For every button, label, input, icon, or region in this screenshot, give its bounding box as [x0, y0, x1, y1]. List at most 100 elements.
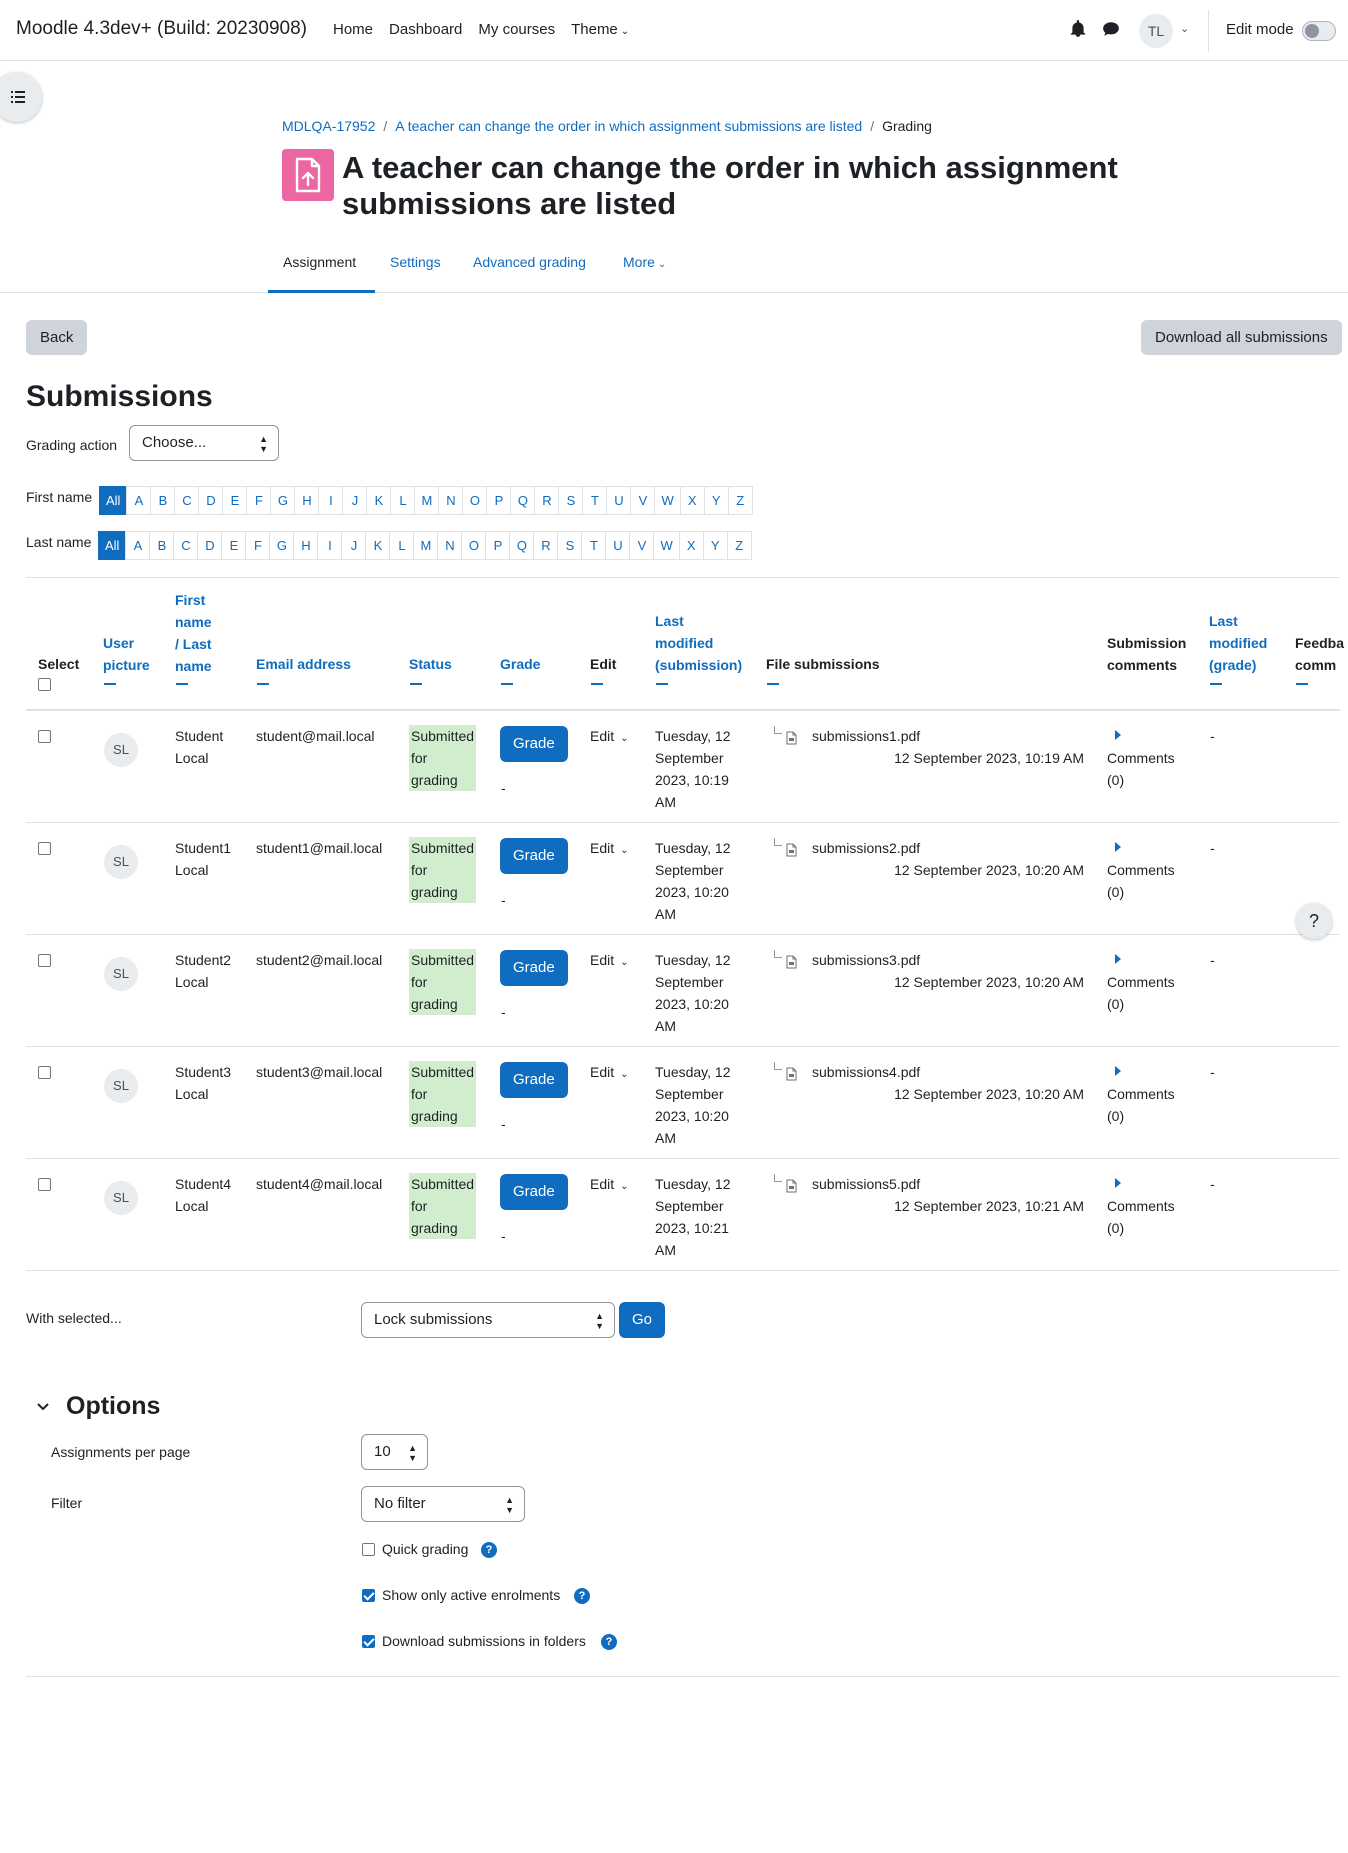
grade-button[interactable]: Grade — [500, 1174, 568, 1210]
initial-letter[interactable]: G — [269, 531, 295, 560]
initial-letter[interactable]: I — [317, 531, 343, 560]
options-heading[interactable]: Options — [66, 1392, 160, 1421]
comments-link[interactable]: Comments (0) — [1107, 971, 1175, 1015]
active-enrolments-label[interactable]: Show only active enrolments — [382, 1587, 560, 1603]
filter-select[interactable]: No filter ▲ ▼ — [361, 1486, 525, 1522]
initial-letter[interactable]: E — [222, 486, 248, 515]
grade-button[interactable]: Grade — [500, 950, 568, 986]
bulk-action-select[interactable]: Lock submissions ▲ ▼ — [361, 1302, 615, 1338]
initial-letter[interactable]: V — [630, 486, 656, 515]
edit-menu[interactable]: Edit ⌄ — [590, 837, 629, 862]
initial-letter[interactable]: H — [293, 531, 319, 560]
row-select-checkbox[interactable] — [38, 1178, 51, 1191]
bell-icon[interactable] — [1069, 20, 1087, 38]
nav-my-courses[interactable]: My courses — [478, 21, 555, 38]
download-folders-help-icon[interactable]: ? — [601, 1634, 617, 1650]
initial-letter[interactable]: U — [605, 531, 631, 560]
initial-letter[interactable]: O — [461, 531, 487, 560]
file-link[interactable]: submissions1.pdf — [812, 725, 920, 747]
initial-letter[interactable]: H — [294, 486, 320, 515]
initial-letter[interactable]: P — [486, 486, 512, 515]
file-link[interactable]: submissions3.pdf — [812, 949, 920, 971]
tab-settings[interactable]: Settings — [390, 254, 441, 270]
grading-action-select[interactable]: Choose... ▲ ▼ — [129, 425, 279, 461]
tab-assignment[interactable]: Assignment — [283, 254, 356, 270]
quick-grading-help-icon[interactable]: ? — [481, 1542, 497, 1558]
site-brand[interactable]: Moodle 4.3dev+ (Build: 20230908) — [16, 18, 307, 40]
initial-letter[interactable]: X — [678, 531, 704, 560]
initial-letter[interactable]: E — [221, 531, 247, 560]
initial-letter[interactable]: Q — [509, 531, 535, 560]
initial-letter[interactable]: A — [125, 531, 151, 560]
initial-letter[interactable]: V — [629, 531, 655, 560]
select-all-checkbox[interactable] — [38, 678, 51, 691]
download-folders-label[interactable]: Download submissions in folders — [382, 1633, 586, 1649]
edit-menu[interactable]: Edit ⌄ — [590, 1173, 629, 1198]
caret-right-icon[interactable] — [1115, 1178, 1121, 1188]
comments-link[interactable]: Comments (0) — [1107, 1195, 1175, 1239]
initial-letter[interactable]: T — [581, 531, 607, 560]
header-last-modified-submission[interactable]: Last modified (submission) — [655, 610, 742, 676]
student-name-link[interactable]: Student4 Local — [175, 1173, 231, 1217]
comments-link[interactable]: Comments (0) — [1107, 747, 1175, 791]
per-page-select[interactable]: 10 ▲ ▼ — [361, 1434, 428, 1470]
initial-letter[interactable]: R — [533, 531, 559, 560]
quick-grading-checkbox[interactable] — [362, 1543, 375, 1556]
header-last-modified-grade[interactable]: Last modified (grade) — [1209, 610, 1267, 676]
initial-letter[interactable]: U — [606, 486, 632, 515]
initial-letter[interactable]: N — [438, 486, 464, 515]
download-folders-checkbox[interactable] — [362, 1635, 375, 1648]
initial-letter[interactable]: C — [173, 531, 199, 560]
collapse-chevron-icon[interactable] — [35, 1399, 51, 1415]
grade-button[interactable]: Grade — [500, 1062, 568, 1098]
back-button[interactable]: Back — [26, 320, 88, 355]
initial-letter[interactable]: X — [679, 486, 705, 515]
initial-letter[interactable]: S — [557, 531, 583, 560]
row-select-checkbox[interactable] — [38, 1066, 51, 1079]
initial-letter[interactable]: F — [246, 486, 272, 515]
nav-home[interactable]: Home — [333, 21, 373, 38]
header-email[interactable]: Email address — [256, 653, 351, 675]
edit-menu[interactable]: Edit ⌄ — [590, 949, 629, 974]
grade-button[interactable]: Grade — [500, 838, 568, 874]
initial-letter[interactable]: C — [174, 486, 200, 515]
initial-letter[interactable]: G — [270, 486, 296, 515]
file-link[interactable]: submissions5.pdf — [812, 1173, 920, 1195]
caret-right-icon[interactable] — [1115, 842, 1121, 852]
header-grade[interactable]: Grade — [500, 653, 540, 675]
initial-letter[interactable]: F — [245, 531, 271, 560]
avatar[interactable]: SL — [104, 733, 138, 767]
initial-letter[interactable]: K — [365, 531, 391, 560]
initial-letter[interactable]: L — [390, 486, 416, 515]
initial-letter[interactable]: B — [150, 486, 176, 515]
user-menu-chevron-icon[interactable]: ⌄ — [1180, 22, 1189, 35]
go-button[interactable]: Go — [619, 1302, 666, 1338]
student-name-link[interactable]: Student2 Local — [175, 949, 231, 993]
student-name-link[interactable]: Student Local — [175, 725, 223, 769]
breadcrumb-course[interactable]: MDLQA-17952 — [282, 118, 375, 134]
header-status[interactable]: Status — [409, 653, 452, 675]
initial-letter[interactable]: Y — [703, 486, 729, 515]
initial-letter[interactable]: K — [366, 486, 392, 515]
initial-letter[interactable]: J — [342, 486, 368, 515]
header-first-last-name[interactable]: First name / Last name — [175, 589, 212, 677]
initial-letter[interactable]: W — [653, 531, 680, 560]
initial-letter[interactable]: T — [582, 486, 608, 515]
initial-letter[interactable]: D — [198, 486, 224, 515]
user-avatar[interactable]: TL — [1139, 14, 1173, 48]
grade-button[interactable]: Grade — [500, 726, 568, 762]
comments-link[interactable]: Comments (0) — [1107, 859, 1175, 903]
download-all-submissions-button[interactable]: Download all submissions — [1141, 320, 1342, 355]
nav-dashboard[interactable]: Dashboard — [389, 21, 462, 38]
header-user-picture[interactable]: User picture — [103, 632, 150, 676]
initial-letter[interactable]: L — [389, 531, 415, 560]
tab-advanced-grading[interactable]: Advanced grading — [473, 254, 586, 270]
caret-right-icon[interactable] — [1115, 954, 1121, 964]
row-select-checkbox[interactable] — [38, 730, 51, 743]
comments-link[interactable]: Comments (0) — [1107, 1083, 1175, 1127]
avatar[interactable]: SL — [104, 845, 138, 879]
course-index-button[interactable] — [0, 72, 42, 122]
nav-theme[interactable]: Theme ⌄ — [571, 21, 629, 38]
initial-letter[interactable]: P — [485, 531, 511, 560]
caret-right-icon[interactable] — [1115, 1066, 1121, 1076]
